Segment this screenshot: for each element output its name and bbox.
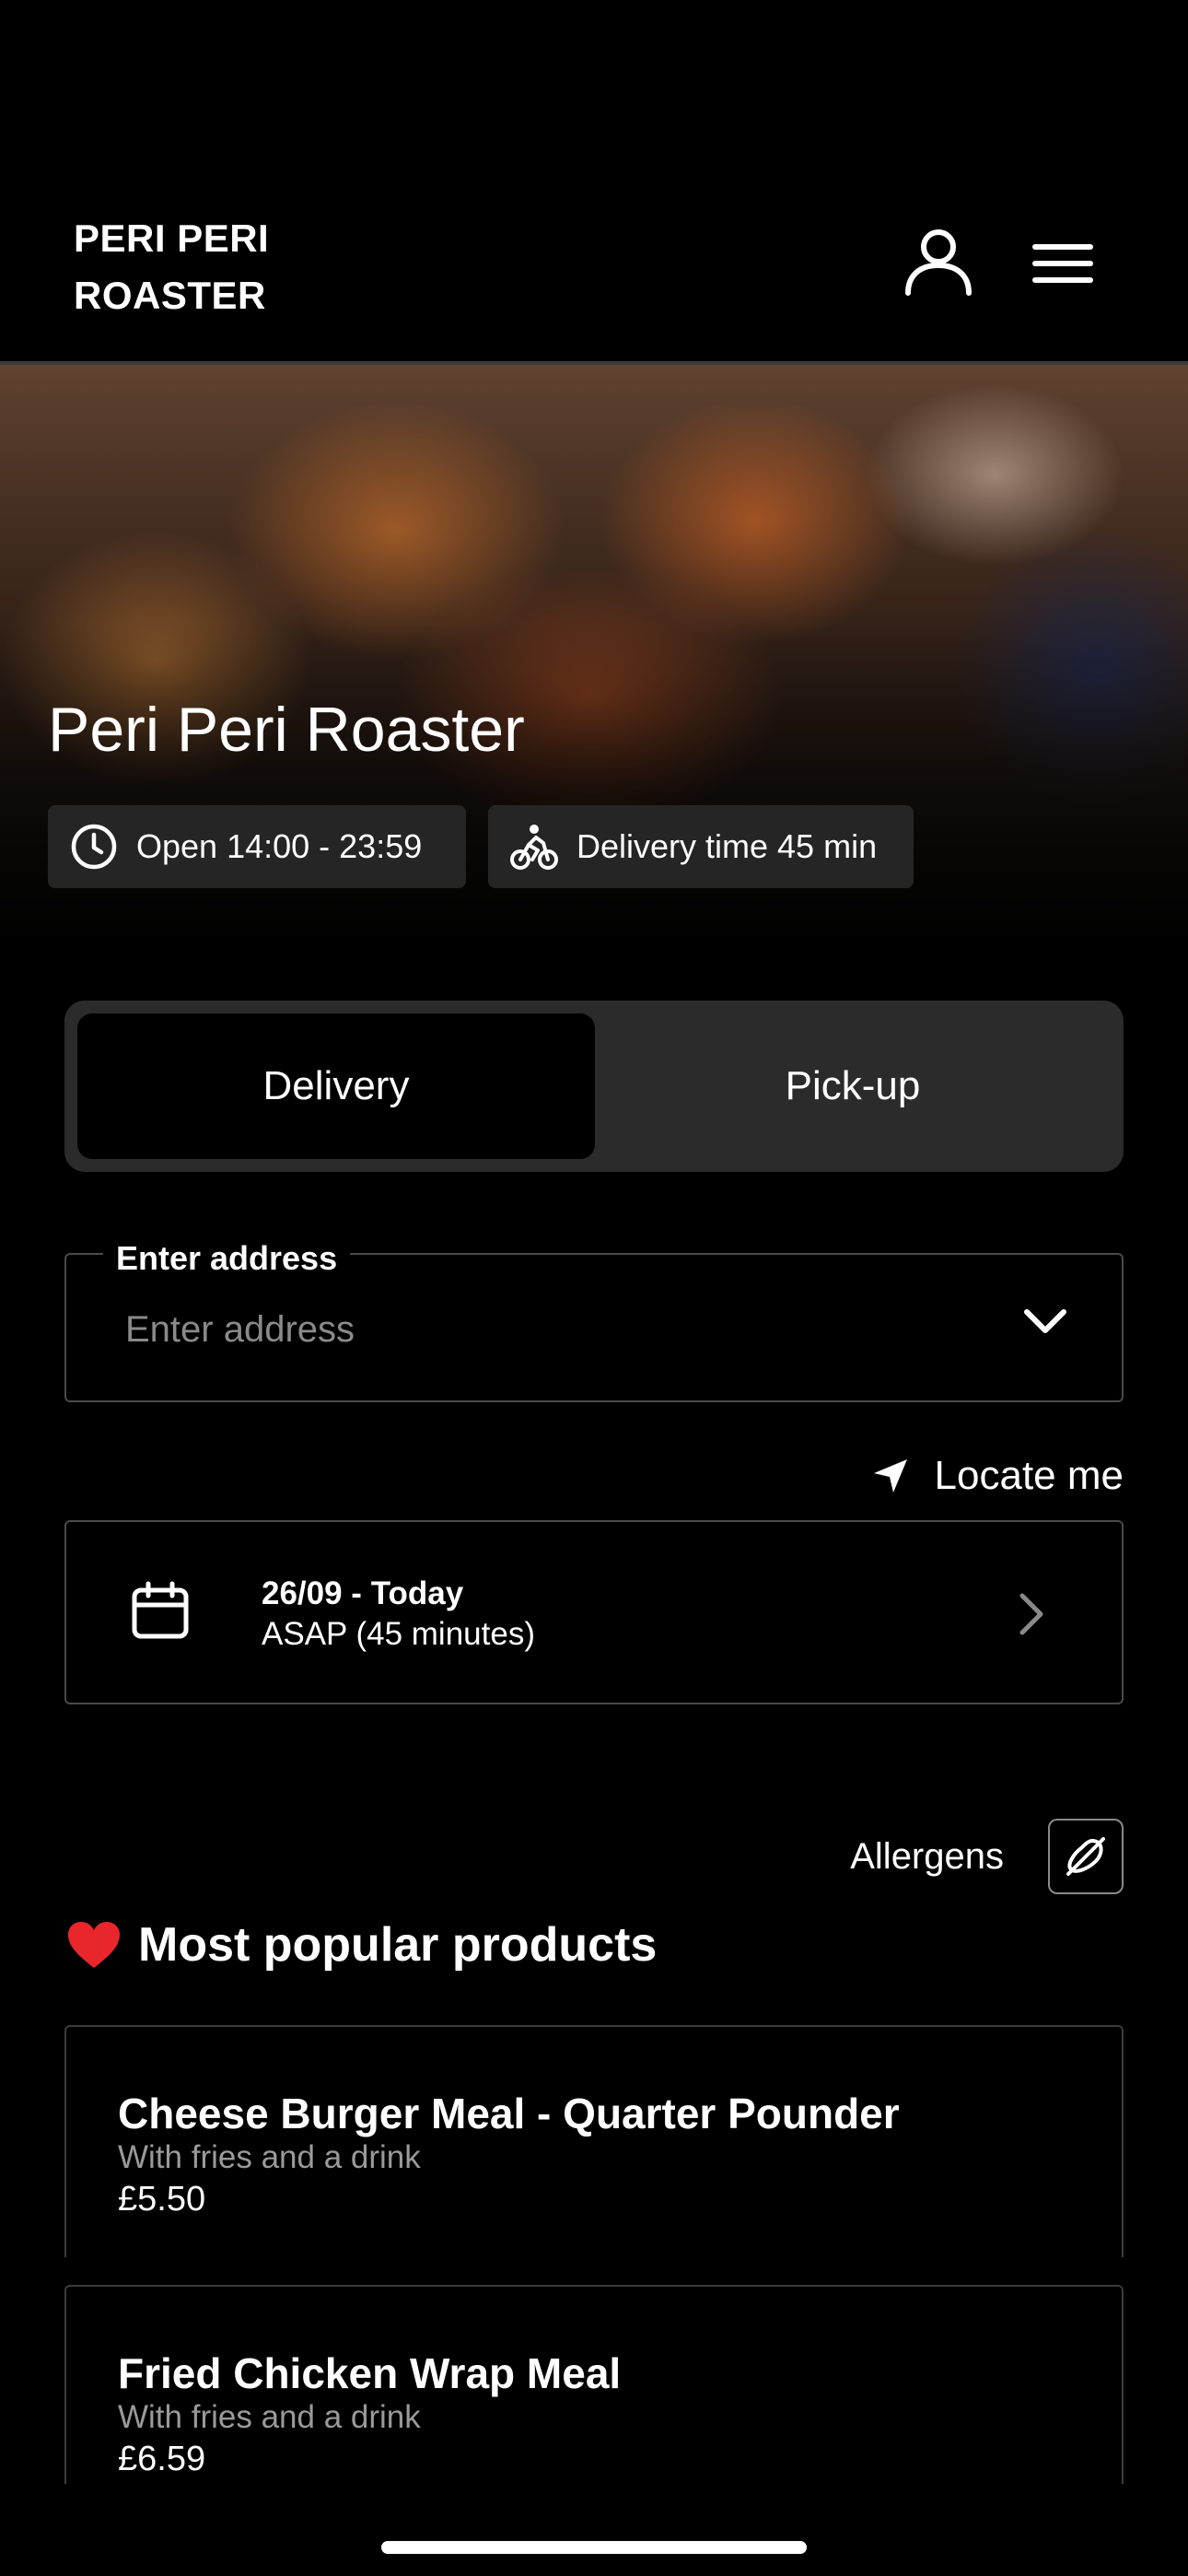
restaurant-name: Peri Peri Roaster	[48, 695, 525, 765]
address-input[interactable]	[123, 1301, 956, 1358]
product-price: £6.59	[118, 2440, 206, 2478]
order-mode-toggle: Delivery Pick-up	[64, 1001, 1124, 1172]
schedule-time: ASAP (45 minutes)	[262, 1616, 535, 1652]
delivery-time-text: Delivery time 45 min	[577, 827, 878, 865]
delivery-tab[interactable]: Delivery	[77, 1013, 595, 1159]
opening-hours-badge: Open 14:00 - 23:59	[48, 805, 466, 888]
account-icon[interactable]	[903, 227, 974, 299]
opening-hours-text: Open 14:00 - 23:59	[136, 827, 423, 865]
location-arrow-icon	[873, 1459, 907, 1493]
locate-me-button[interactable]: Locate me	[856, 1443, 1124, 1509]
product-price: £5.50	[118, 2180, 206, 2219]
popular-products-title: Most popular products	[138, 1918, 658, 1972]
allergens-button[interactable]	[1048, 1819, 1124, 1894]
schedule-date: 26/09 - Today	[262, 1575, 464, 1611]
chevron-down-icon[interactable]	[1022, 1306, 1068, 1336]
bike-courier-icon	[510, 825, 558, 870]
clock-icon	[71, 824, 117, 870]
product-name: Cheese Burger Meal - Quarter Pounder	[118, 2090, 900, 2137]
delivery-schedule-card[interactable]: 26/09 - Today ASAP (45 minutes)	[64, 1520, 1124, 1704]
product-card[interactable]: Fried Chicken Wrap Meal With fries and a…	[64, 2285, 1124, 2484]
address-label: Enter address	[103, 1238, 351, 1279]
calendar-icon	[132, 1581, 189, 1639]
product-description: With fries and a drink	[118, 2139, 421, 2175]
delivery-time-badge: Delivery time 45 min	[488, 805, 914, 888]
popular-products-heading: Most popular products	[66, 1916, 657, 1973]
hamburger-menu-icon[interactable]	[1030, 238, 1096, 289]
pickup-tab[interactable]: Pick-up	[595, 1013, 1111, 1159]
home-indicator[interactable]	[381, 2541, 807, 2554]
heart-icon	[68, 1922, 120, 1968]
allergens-label[interactable]: Allergens	[810, 1833, 1004, 1879]
product-description: With fries and a drink	[118, 2399, 421, 2435]
product-name: Fried Chicken Wrap Meal	[118, 2349, 622, 2397]
allergen-filter-icon	[1066, 1837, 1105, 1876]
brand-logo-text: PERI PERI ROASTER	[74, 217, 270, 317]
product-card[interactable]: Cheese Burger Meal - Quarter Pounder Wit…	[64, 2025, 1124, 2257]
brand-logo[interactable]: PERI PERI ROASTER	[64, 203, 287, 372]
chevron-right-icon	[1019, 1593, 1043, 1635]
locate-me-label: Locate me	[934, 1453, 1124, 1498]
